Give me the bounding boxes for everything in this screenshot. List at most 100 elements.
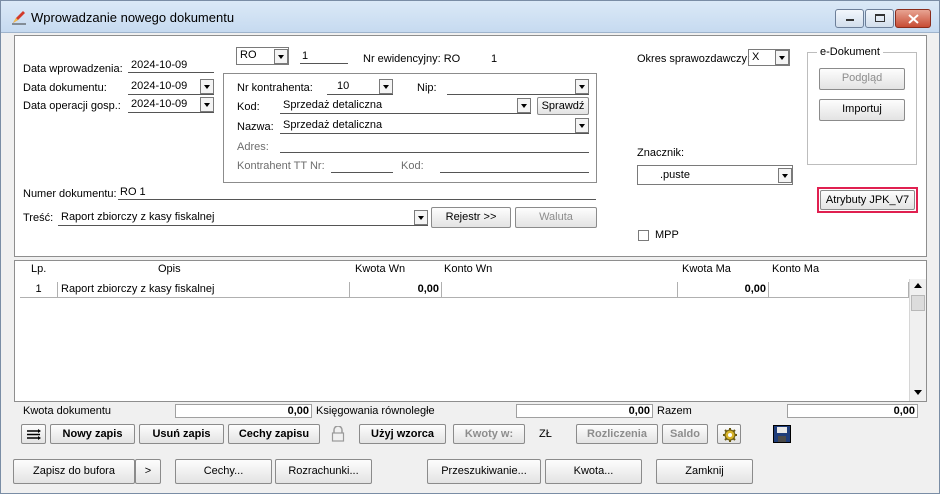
data-dokumentu-field[interactable]: 2024-10-09 [128,79,214,95]
chevron-down-icon[interactable] [575,118,589,133]
waluta-button[interactable]: Waluta [515,207,597,228]
zamknij-button[interactable]: Zamknij [656,459,753,484]
zapisz-do-bufora-button[interactable]: Zapisz do bufora [13,459,135,484]
chevron-down-icon[interactable] [379,79,393,94]
data-operacji-value: 2024-10-09 [131,98,188,110]
przeszukiwanie-button[interactable]: Przeszukiwanie... [427,459,541,484]
table-row-kwota-wn[interactable]: 0,00 [350,282,442,298]
data-wprowadzenia-label: Data wprowadzenia: [23,63,123,75]
numer-dokumentu-label: Numer dokumentu: [23,188,117,200]
tresc-label: Treść: [23,212,54,224]
kod2-field[interactable] [440,159,589,173]
usun-zapis-button[interactable]: Usuń zapis [139,424,224,444]
znacznik-select[interactable]: .puste [637,165,793,185]
maximize-icon [875,14,885,22]
znacznik-label: Znacznik: [637,147,685,159]
data-dokumentu-label: Data dokumentu: [23,82,107,94]
col-kwota-wn[interactable]: Kwota Wn [355,263,405,275]
col-lp[interactable]: Lp. [31,263,46,275]
more-options-button[interactable]: > [135,459,161,484]
title-bar: Wprowadzanie nowego dokumentu [1,1,939,33]
chevron-down-icon[interactable] [775,50,789,65]
chevron-down-icon[interactable] [274,49,288,64]
col-kwota-ma[interactable]: Kwota Ma [682,263,731,275]
table-row-opis[interactable]: Raport zbiorczy z kasy fiskalnej [58,282,350,298]
tresc-select[interactable]: Raport zbiorczy z kasy fiskalnej [58,210,428,226]
nr-kontrahenta-value: 10 [337,80,350,92]
data-operacji-field[interactable]: 2024-10-09 [128,97,214,113]
table-row-kwota-ma[interactable]: 0,00 [678,282,769,298]
col-opis[interactable]: Opis [158,263,181,275]
uzyj-wzorca-button[interactable]: Użyj wzorca [359,424,446,444]
entries-grid: Lp. Opis Kwota Wn Konto Wn Kwota Ma Kont… [14,260,927,402]
table-row-konto-ma[interactable] [769,282,909,298]
nr-ewidencyjny-label: Nr ewidencyjny: RO [363,53,461,65]
chevron-down-icon[interactable] [200,79,214,94]
kontrahent-tt-field[interactable] [331,159,393,173]
nr-kontrahenta-select[interactable]: 10 [327,79,393,95]
table-row-konto-wn[interactable] [442,282,678,298]
rozrachunki-button[interactable]: Rozrachunki... [275,459,372,484]
rejestr-value: RO [240,49,257,61]
rejestr-select[interactable]: RO [236,47,289,65]
chevron-down-icon[interactable] [517,98,531,113]
kod-label: Kod: [237,101,260,113]
document-entry-window: Wprowadzanie nowego dokumentu Data wprow… [0,0,940,494]
currency-label: ZŁ [539,428,552,440]
rejestr-number-field[interactable]: 1 [300,50,348,64]
nip-select[interactable] [447,79,589,95]
okres-value: X [752,51,760,63]
list-arrows-icon [27,429,41,440]
col-konto-ma[interactable]: Konto Ma [772,263,819,275]
razem-label: Razem [657,405,692,417]
floppy-disk-icon[interactable] [773,425,791,443]
kwota-dokumentu-value: 0,00 [175,404,312,418]
mpp-label: MPP [655,229,679,241]
nazwa-select[interactable]: Sprzedaż detaliczna [280,118,589,134]
kontrahent-tt-label: Kontrahent TT Nr: [237,160,325,172]
e-dokument-title: e-Dokument [817,46,883,58]
kwota-button[interactable]: Kwota... [545,459,642,484]
saldo-button[interactable]: Saldo [662,424,708,444]
cechy-zapisu-button[interactable]: Cechy zapisu [228,424,320,444]
pen-icon [12,11,26,25]
minimize-button[interactable] [835,9,864,28]
mpp-checkbox[interactable] [638,230,649,241]
data-wprowadzenia-field[interactable]: 2024-10-09 [128,59,214,73]
kod-select[interactable]: Sprzedaż detaliczna [280,98,531,114]
razem-value: 0,00 [787,404,918,418]
sprawdz-button[interactable]: Sprawdź [537,97,589,115]
gear-button[interactable] [717,424,741,444]
list-arrows-button[interactable] [21,424,46,444]
chevron-down-icon[interactable] [778,168,792,183]
padlock-icon[interactable] [331,426,345,442]
close-button[interactable] [895,9,931,28]
okres-label: Okres sprawozdawczy: [637,53,751,65]
chevron-down-icon[interactable] [200,97,214,112]
chevron-down-icon[interactable] [414,210,428,225]
nr-kontrahenta-label: Nr kontrahenta: [237,82,313,94]
nowy-zapis-button[interactable]: Nowy zapis [50,424,135,444]
scroll-up-icon[interactable] [914,283,922,288]
adres-field[interactable] [280,139,589,153]
scroll-thumb[interactable] [911,295,925,311]
tresc-value: Raport zbiorczy z kasy fiskalnej [61,211,215,223]
nazwa-label: Nazwa: [237,121,274,133]
col-konto-wn[interactable]: Konto Wn [444,263,492,275]
scroll-down-icon[interactable] [914,390,922,395]
rejestr-button[interactable]: Rejestr >> [431,207,511,228]
kwota-dokumentu-label: Kwota dokumentu [23,405,112,417]
kwoty-w-button[interactable]: Kwoty w: [453,424,525,444]
nazwa-value: Sprzedaż detaliczna [283,119,383,131]
importuj-button[interactable]: Importuj [819,99,905,121]
chevron-down-icon[interactable] [575,79,589,94]
numer-dokumentu-field[interactable]: RO 1 [118,186,596,200]
table-row-lp[interactable]: 1 [20,282,58,298]
znacznik-value: .puste [660,169,690,181]
cechy-button[interactable]: Cechy... [175,459,272,484]
podglad-button[interactable]: Podgląd [819,68,905,90]
maximize-button[interactable] [865,9,894,28]
okres-select[interactable]: X [748,49,790,66]
rozliczenia-button[interactable]: Rozliczenia [576,424,658,444]
grid-scrollbar[interactable] [909,279,926,401]
